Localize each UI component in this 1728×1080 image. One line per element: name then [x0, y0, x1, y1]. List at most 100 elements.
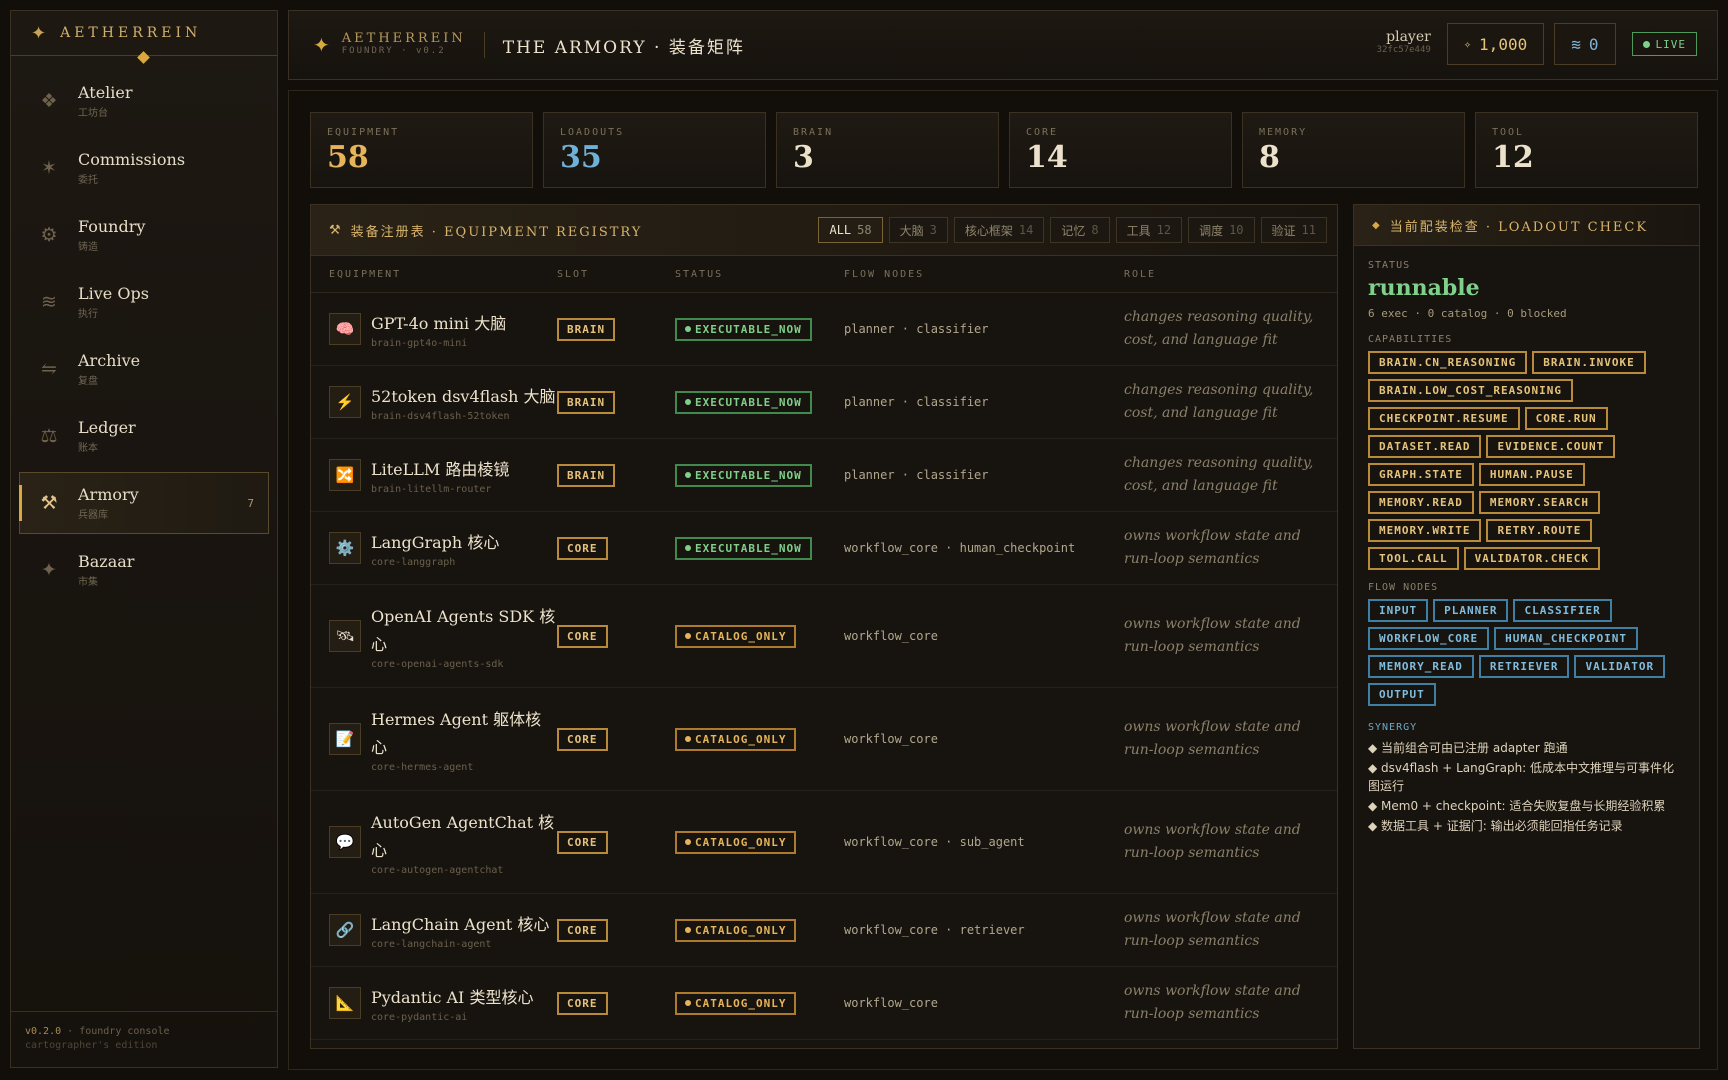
- status-cell: CATALOG_ONLY: [675, 727, 844, 751]
- stat-card-loadouts: LOADOUTS 35: [543, 112, 766, 188]
- equipment-icon: 🔗: [329, 914, 361, 946]
- header-divider: [483, 32, 485, 58]
- equipment-text: LiteLLM 路由棱镜 brain-litellm-router: [371, 456, 509, 495]
- sidebar-item-sublabel: 账本: [78, 443, 98, 454]
- status-cell: EXECUTABLE_NOW: [675, 536, 844, 560]
- sidebar-item-label: Foundry: [78, 217, 146, 236]
- filter-tab[interactable]: 调度 10: [1188, 217, 1255, 243]
- slot-cell: CORE: [557, 624, 675, 648]
- status-badge: CATALOG_ONLY: [675, 624, 797, 648]
- sidebar-item-text: Live Ops 执行: [78, 284, 149, 320]
- capability-chip: TOOL.CALL: [1368, 547, 1459, 570]
- capability-chip: CHECKPOINT.RESUME: [1368, 407, 1520, 430]
- status-text: CATALOG_ONLY: [695, 732, 787, 746]
- filter-tab[interactable]: 验证 11: [1260, 217, 1327, 243]
- flow-nodes-cell: planner · classifier: [844, 322, 989, 336]
- status-dot-icon: [685, 472, 691, 479]
- main-content: EQUIPMENT 58 LOADOUTS 35 BRAIN 3 CORE 14 MEMORY 8…: [288, 90, 1718, 1070]
- live-dot-icon: [1642, 40, 1650, 48]
- equipment-id: brain-gpt4o-mini: [371, 337, 468, 349]
- top-header: ✦ AETHERREIN FOUNDRY · v0.2 THE ARMORY ·…: [288, 10, 1718, 80]
- loadout-counts: 6 exec · 0 catalog · 0 blocked: [1368, 307, 1567, 320]
- slot-cell: BRAIN: [557, 390, 675, 414]
- registry-header: ⚒ 装备注册表 · EQUIPMENT REGISTRY ALL 58 大脑 3 核心框…: [311, 205, 1337, 256]
- sidebar-item-foundry[interactable]: ⚙ Foundry 铸造: [19, 204, 269, 266]
- slot-badge: BRAIN: [557, 390, 616, 414]
- status-badge: CATALOG_ONLY: [675, 918, 797, 942]
- table-row[interactable]: 📝 Hermes Agent 躯体核心 core-hermes-agent CORE C…: [311, 688, 1337, 791]
- flow-node-chip: PLANNER: [1433, 599, 1509, 622]
- sidebar-item-live-ops[interactable]: ≋ Live Ops 执行: [19, 271, 269, 333]
- table-row[interactable]: 💬 AutoGen AgentChat 核心 core-autogen-agentc…: [311, 791, 1337, 894]
- sidebar-item-armory[interactable]: ⚒ Armory 兵器库 7: [19, 472, 269, 534]
- flow-node-chip: HUMAN_CHECKPOINT: [1494, 627, 1639, 650]
- filter-tab[interactable]: ALL 58: [818, 217, 883, 243]
- sidebar-item-commissions[interactable]: ✶ Commissions 委托: [19, 137, 269, 199]
- table-row[interactable]: ⚡ 52token dsv4flash 大脑 brain-dsv4flash-52t…: [311, 366, 1337, 439]
- header-right: player 32fc57e449 ✧ 1,000 ≋ 0 LIVE: [1377, 23, 1697, 65]
- table-row[interactable]: 🧠 GPT-4o mini 大脑 brain-gpt4o-mini BRAIN EXEC…: [311, 293, 1337, 366]
- sidebar-item-archive[interactable]: ⇋ Archive 复盘: [19, 338, 269, 400]
- stat-card-brain: BRAIN 3: [776, 112, 999, 188]
- stat-key: CORE: [1026, 127, 1059, 138]
- filter-tab-count: 11: [1301, 223, 1316, 237]
- status-badge: CATALOG_ONLY: [675, 830, 797, 854]
- gold-balance[interactable]: ✧ 1,000: [1446, 23, 1545, 65]
- filter-tab-label: 核心框架: [964, 223, 1013, 238]
- stat-key: LOADOUTS: [560, 127, 625, 138]
- flow-nodes-cell: workflow_core: [844, 732, 938, 746]
- gold-coin-icon: ✧: [1463, 37, 1472, 51]
- equipment-icon: 🔀: [329, 459, 361, 491]
- sidebar-item-label: Bazaar: [78, 552, 135, 571]
- status-label: STATUS: [1368, 260, 1411, 271]
- filter-tab[interactable]: 记忆 8: [1050, 217, 1110, 243]
- essence-balance[interactable]: ≋ 0: [1554, 23, 1616, 65]
- table-row[interactable]: 🛰 OpenAI Agents SDK 核心 core-openai-agents-…: [311, 585, 1337, 688]
- equipment-icon: ⚙️: [329, 532, 361, 564]
- equipment-name: GPT-4o mini 大脑: [371, 313, 507, 333]
- filter-tab[interactable]: 工具 12: [1115, 217, 1183, 243]
- user-info[interactable]: player 32fc57e449: [1377, 29, 1431, 57]
- table-row[interactable]: 🔀 LiteLLM 路由棱镜 brain-litellm-router BRAIN EX…: [311, 439, 1337, 512]
- stat-value: 14: [1026, 140, 1068, 175]
- sidebar-item-text: Bazaar 市集: [78, 552, 134, 588]
- flow-node-chip: MEMORY_READ: [1368, 655, 1474, 678]
- status-dot-icon: [685, 927, 691, 934]
- table-row[interactable]: ⚙️ LangGraph 核心 core-langgraph CORE EXECUTAB…: [311, 512, 1337, 585]
- stat-value: 35: [560, 140, 602, 175]
- filter-tab-label: 大脑: [899, 223, 924, 238]
- stat-value: 58: [327, 140, 369, 175]
- equipment-text: Hermes Agent 躯体核心 core-hermes-agent: [371, 706, 557, 773]
- ledger-icon: ⚖: [40, 425, 58, 447]
- status-dot-icon: [685, 736, 691, 743]
- slot-badge: CORE: [557, 991, 608, 1015]
- sidebar-item-sublabel: 市集: [78, 577, 98, 588]
- filter-tab[interactable]: 大脑 3: [888, 217, 948, 243]
- sidebar-item-ledger[interactable]: ⚖ Ledger 账本: [19, 405, 269, 467]
- table-row[interactable]: 📐 Pydantic AI 类型核心 core-pydantic-ai CORE CAT…: [311, 967, 1337, 1040]
- filter-tab[interactable]: 核心框架 14: [953, 217, 1045, 243]
- sidebar-item-sublabel: 委托: [78, 175, 98, 186]
- flow-node-chip: CLASSIFIER: [1513, 599, 1612, 622]
- flow-nodes-cell: workflow_core: [844, 629, 938, 643]
- flow-node-chip: INPUT: [1368, 599, 1429, 622]
- sidebar-brand: ✦ AETHERREIN: [11, 11, 277, 64]
- status-cell: CATALOG_ONLY: [675, 624, 844, 648]
- equipment-icon: 💬: [329, 826, 361, 858]
- live-badge: LIVE: [1631, 32, 1697, 56]
- sidebar-item-bazaar[interactable]: ✦ Bazaar 市集: [19, 539, 269, 601]
- sidebar-item-atelier[interactable]: ❖ Atelier 工坊台: [19, 70, 269, 132]
- slot-cell: CORE: [557, 536, 675, 560]
- equipment-icon: 📐: [329, 987, 361, 1019]
- user-name: player: [1386, 29, 1431, 45]
- flow-node-chip: WORKFLOW_CORE: [1368, 627, 1490, 650]
- slot-cell: CORE: [557, 991, 675, 1015]
- filter-tab-count: 8: [1091, 223, 1099, 237]
- equipment-icon: ⚡: [329, 386, 361, 418]
- capability-chip: VALIDATOR.CHECK: [1463, 547, 1600, 570]
- equipment-text: Pydantic AI 类型核心 core-pydantic-ai: [371, 984, 533, 1023]
- role-cell: owns workflow state and run-loop semanti…: [1124, 528, 1301, 567]
- table-row[interactable]: 🔗 LangChain Agent 核心 core-langchain-agent C…: [311, 894, 1337, 967]
- equipment-text: 52token dsv4flash 大脑 brain-dsv4flash-52to…: [371, 383, 555, 422]
- equipment-cell: 🔗 LangChain Agent 核心 core-langchain-agent: [311, 911, 557, 950]
